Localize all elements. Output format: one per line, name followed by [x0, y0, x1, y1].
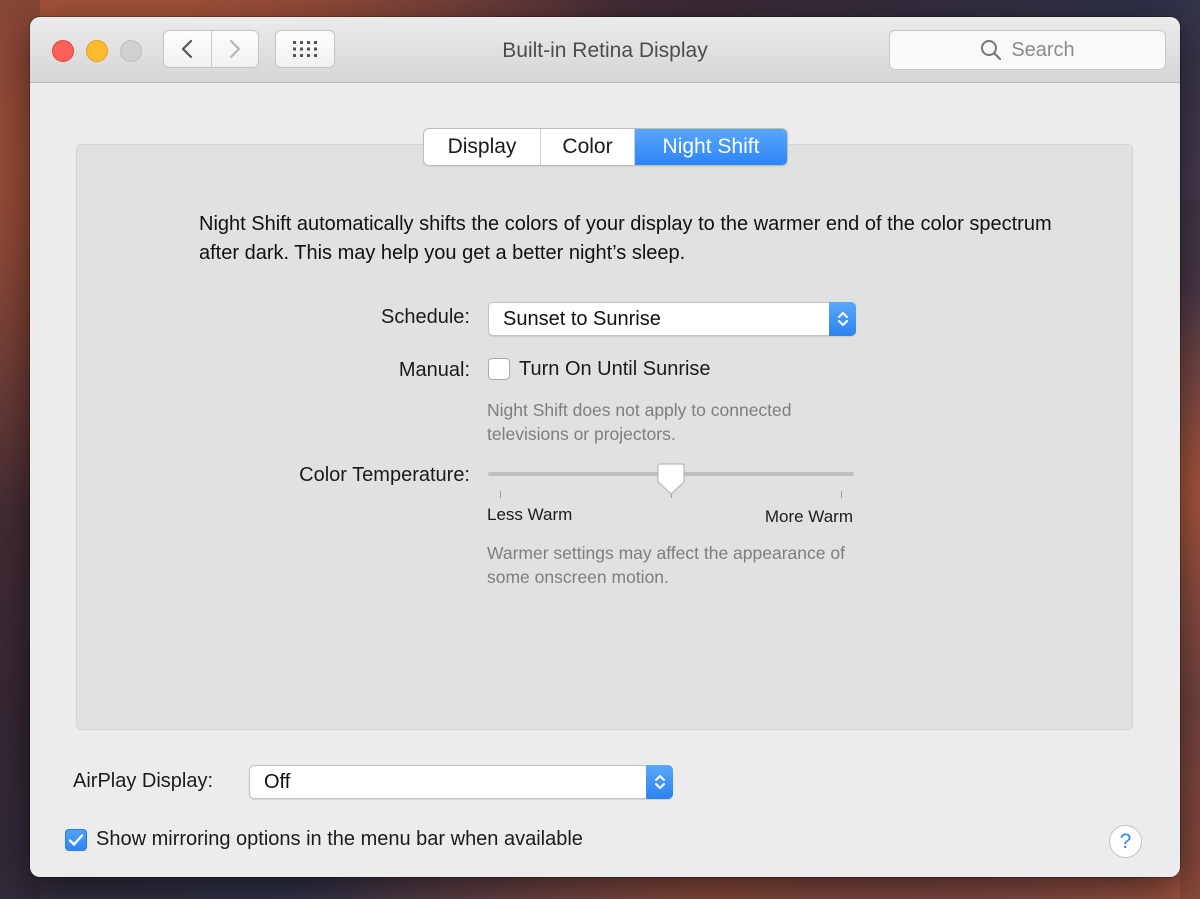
night-shift-description: Night Shift automatically shifts the col… [199, 213, 1052, 264]
popup-stepper-icon [646, 765, 673, 799]
schedule-popup[interactable]: Sunset to Sunrise [488, 302, 856, 336]
airplay-display-value: Off [264, 771, 291, 793]
search-icon [981, 40, 1002, 61]
wallpaper-shape [1180, 200, 1200, 899]
turn-on-until-sunrise-label: Turn On Until Sunrise [519, 358, 711, 380]
search-field[interactable]: Search [889, 30, 1166, 70]
color-temperature-slider-thumb[interactable] [656, 462, 686, 496]
airplay-display-popup[interactable]: Off [249, 765, 673, 799]
manual-label: Manual: [398, 359, 470, 381]
tab-display[interactable]: Display [424, 129, 541, 165]
preferences-window: Built-in Retina Display Search Display C… [30, 17, 1180, 877]
popup-stepper-icon [829, 302, 856, 336]
less-warm-label: Less Warm [487, 505, 573, 524]
titlebar: Built-in Retina Display Search [30, 17, 1180, 83]
schedule-value: Sunset to Sunrise [503, 308, 661, 330]
temperature-note: Warmer settings may affect the appearanc… [487, 543, 845, 587]
schedule-label: Schedule: [381, 306, 470, 328]
checkmark-icon [68, 834, 84, 846]
show-mirroring-label: Show mirroring options in the menu bar w… [96, 828, 583, 850]
slider-tick [841, 491, 842, 498]
manual-note: Night Shift does not apply to connected … [487, 400, 792, 444]
airplay-display-label: AirPlay Display: [73, 770, 214, 792]
turn-on-until-sunrise-checkbox[interactable] [488, 358, 510, 380]
tab-bar: Display Color Night Shift [423, 128, 788, 166]
help-button[interactable]: ? [1109, 825, 1142, 858]
tab-color[interactable]: Color [541, 129, 635, 165]
color-temperature-label: Color Temperature: [299, 464, 470, 486]
tab-night-shift[interactable]: Night Shift [635, 129, 787, 165]
search-placeholder: Search [1011, 38, 1075, 61]
slider-tick [500, 491, 501, 498]
show-mirroring-checkbox[interactable] [65, 829, 87, 851]
more-warm-label: More Warm [764, 507, 853, 526]
